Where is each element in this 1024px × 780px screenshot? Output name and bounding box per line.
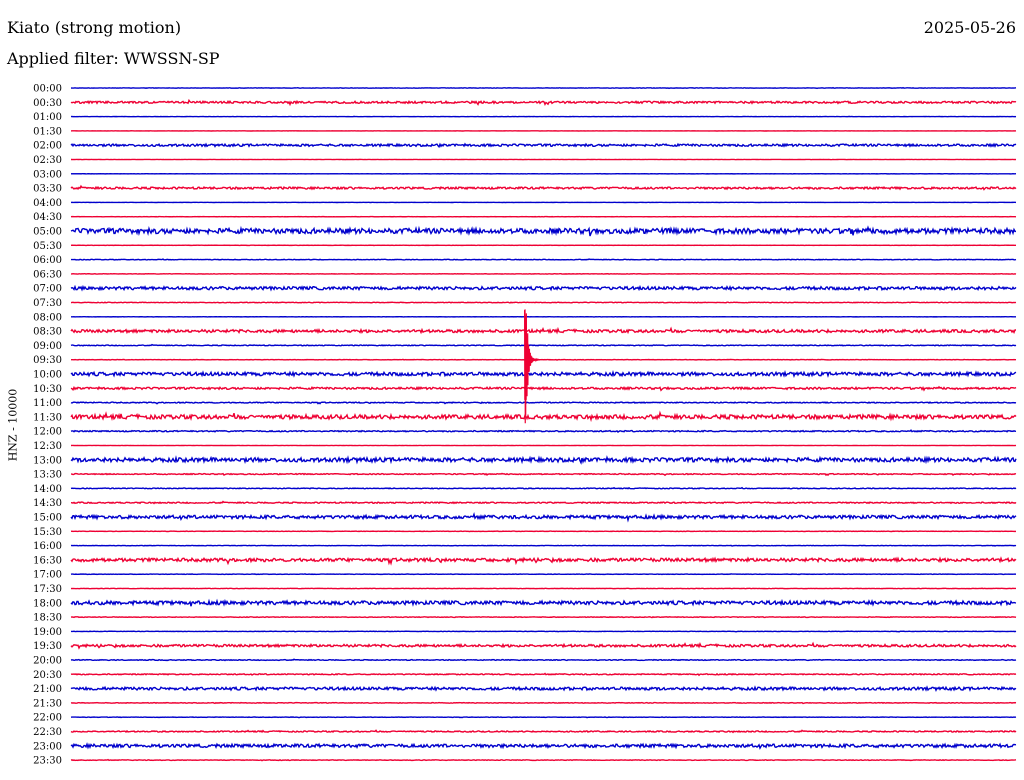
tick-label: 17:00: [33, 570, 62, 581]
trace-1400: [70, 486, 1017, 490]
tick-label: 15:00: [33, 513, 62, 524]
tick-label: 11:00: [33, 398, 62, 409]
tick-label: 09:00: [33, 341, 62, 352]
trace-1600: [70, 544, 1017, 547]
trace-1630: [70, 556, 1017, 566]
tick-label: 01:30: [33, 126, 62, 137]
tick-label: 23:00: [33, 741, 62, 752]
tick-label-group: 00:00 00:30 01:00 01:30 02:00 02:30 03:00 03:30…: [33, 84, 62, 767]
tick-label: 05:30: [33, 241, 62, 252]
trace-1800: [70, 598, 1017, 607]
trace-1430: [70, 500, 1017, 505]
tick-label: 18:30: [33, 613, 62, 624]
tick-label: 18:00: [33, 598, 62, 609]
trace-2030: [70, 672, 1017, 677]
tick-label: 00:00: [33, 84, 62, 95]
tick-label: 16:00: [33, 541, 62, 552]
trace-1730: [70, 587, 1017, 590]
trace-0500: [70, 225, 1017, 237]
trace-0900: [70, 343, 1017, 347]
tick-label: 06:30: [33, 269, 62, 280]
trace-1930: [70, 641, 1017, 650]
tick-label: 04:00: [33, 198, 62, 209]
trace-1130: [70, 410, 1017, 423]
tick-label: 01:00: [33, 112, 62, 123]
tick-label: 23:30: [33, 756, 62, 767]
tick-label: 11:30: [33, 412, 62, 423]
trace-2130: [70, 701, 1017, 705]
trace-1900: [70, 630, 1017, 633]
tick-label: 10:30: [33, 384, 62, 395]
trace-1300: [70, 455, 1017, 465]
tick-label: 19:30: [33, 641, 62, 652]
trace-0700: [70, 284, 1017, 292]
tick-label: 03:00: [33, 169, 62, 180]
tick-label: 21:00: [33, 684, 62, 695]
tick-label: 03:30: [33, 184, 62, 195]
event-group: [524, 309, 541, 424]
helicorder-plot: 00:00 00:30 01:00 01:30 02:00 02:30 03:00 03:30…: [33, 84, 1017, 767]
trace-2230: [70, 729, 1017, 734]
tick-label: 08:30: [33, 327, 62, 338]
trace-2000: [70, 658, 1017, 662]
trace-0030: [70, 98, 1017, 107]
tick-label: 06:00: [33, 255, 62, 266]
tick-label: 21:30: [33, 698, 62, 709]
trace-0730: [70, 301, 1017, 304]
trace-0000: [70, 86, 1017, 90]
tick-label: 13:00: [33, 455, 62, 466]
tick-label: 00:30: [33, 98, 62, 109]
trace-1030: [70, 385, 1017, 392]
tick-label: 13:30: [33, 470, 62, 481]
trace-1500: [70, 512, 1017, 523]
trace-0200: [70, 142, 1017, 149]
tick-label: 14:30: [33, 498, 62, 509]
tick-label: 02:00: [33, 141, 62, 152]
tick-label: 22:00: [33, 713, 62, 724]
tick-label: 10:00: [33, 370, 62, 381]
trace-group: [70, 86, 1017, 762]
trace-1830: [70, 615, 1017, 619]
trace-1000: [70, 370, 1017, 379]
trace-2200: [70, 716, 1017, 719]
tick-label: 05:00: [33, 227, 62, 238]
tick-label: 22:30: [33, 727, 62, 738]
trace-0630: [70, 272, 1017, 276]
tick-label: 15:30: [33, 527, 62, 538]
tick-label: 14:00: [33, 484, 62, 495]
tick-label: 02:30: [33, 155, 62, 166]
tick-label: 09:30: [33, 355, 62, 366]
tick-label: 12:00: [33, 427, 62, 438]
trace-2330: [70, 758, 1017, 762]
trace-2100: [70, 685, 1017, 692]
tick-label: 19:00: [33, 627, 62, 638]
trace-1330: [71, 472, 1017, 477]
trace-1100: [70, 401, 1017, 405]
trace-1200: [70, 429, 1017, 433]
tick-label: 04:30: [33, 212, 62, 223]
tick-label: 20:30: [33, 670, 62, 681]
trace-0600: [70, 258, 1017, 261]
tick-label: 17:30: [33, 584, 62, 595]
trace-0930: [71, 358, 1017, 361]
trace-0330: [70, 184, 1017, 191]
tick-label: 07:30: [33, 298, 62, 309]
tick-label: 20:00: [33, 656, 62, 667]
trace-2300: [70, 742, 1017, 750]
tick-label: 16:30: [33, 555, 62, 566]
trace-1700: [70, 573, 1017, 576]
trace-0830: [70, 326, 1017, 335]
tick-label: 08:00: [33, 312, 62, 323]
event-waveform: [524, 309, 541, 424]
tick-label: 07:00: [33, 284, 62, 295]
tick-label: 12:30: [33, 441, 62, 452]
